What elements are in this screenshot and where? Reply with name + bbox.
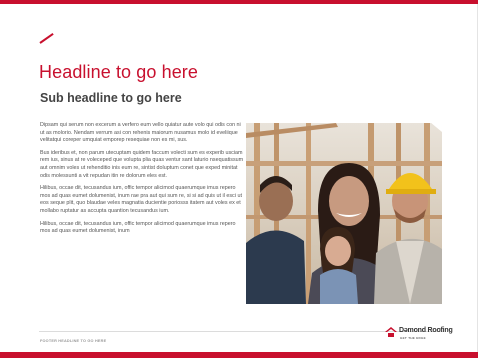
body-copy: Dipsam qui serum non excerum a verfero e… — [40, 122, 246, 241]
house-roof-icon — [385, 327, 397, 337]
document-page: Headline to go here Sub headline to go h… — [0, 0, 478, 358]
footer-divider — [39, 331, 443, 332]
logo-tagline: GET THE EDGE — [400, 336, 426, 340]
body-paragraph: Hilibus, occae dit, tecusandus ium, offi… — [40, 220, 236, 235]
top-accent-rule — [0, 0, 478, 4]
company-logo: Dǝmond Roofing GET THE EDGE — [385, 325, 459, 343]
body-paragraph: Dipsam qui serum non excerum a verfero e… — [40, 122, 241, 144]
footer-headline: FOOTER HEADLINE TO GO HERE — [40, 339, 107, 343]
family-photo — [246, 123, 442, 304]
body-paragraph: Hilibus, occae dit, tecusandus ium, offi… — [40, 185, 242, 214]
logo-wordmark: Dǝmond Roofing — [399, 327, 453, 334]
accent-slash-icon — [39, 33, 54, 44]
bottom-accent-rule — [0, 352, 478, 358]
page-subheadline: Sub headline to go here — [40, 91, 182, 105]
body-paragraph: Bus ideribus et, non parum utecuptam qui… — [40, 149, 244, 179]
page-headline: Headline to go here — [39, 62, 199, 82]
